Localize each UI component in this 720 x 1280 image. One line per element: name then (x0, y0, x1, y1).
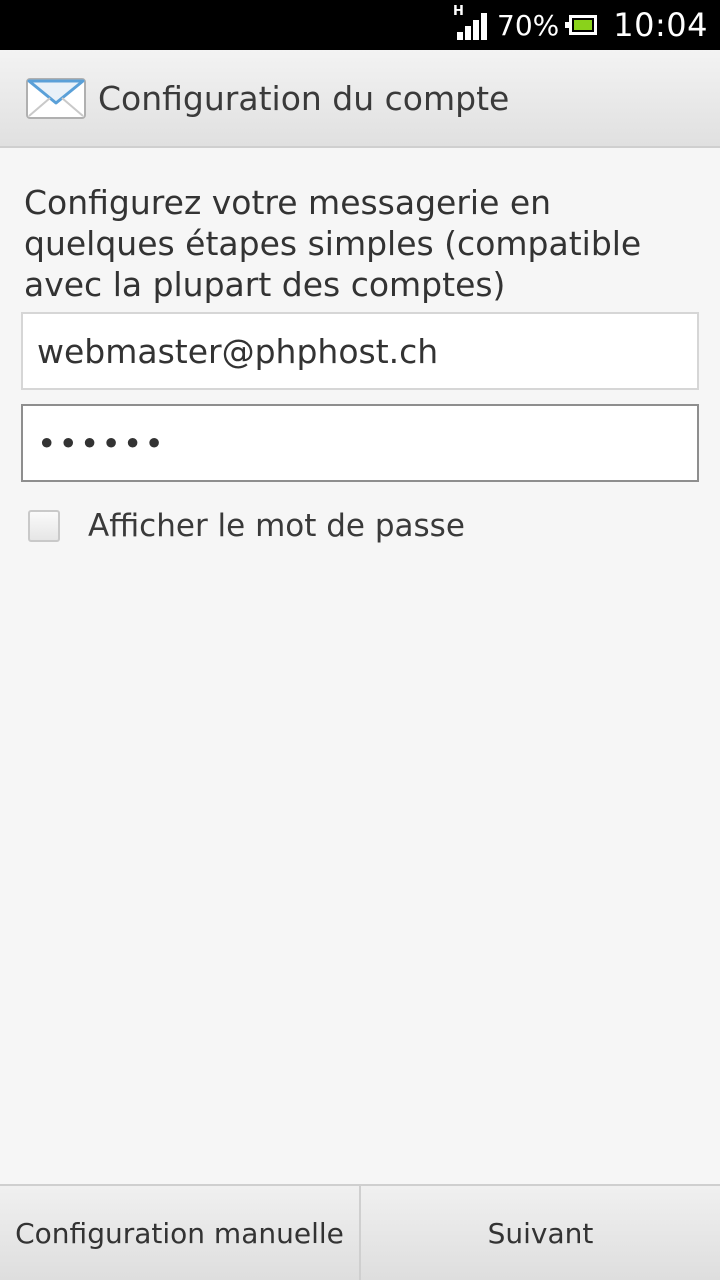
show-password-row[interactable]: Afficher le mot de passe (28, 508, 465, 544)
show-password-checkbox[interactable] (28, 510, 60, 542)
status-bar: H 70% 10:04 (0, 0, 720, 50)
clock: 10:04 (613, 6, 708, 44)
bottom-button-bar: Configuration manuelle Suivant (0, 1184, 720, 1280)
mail-icon (26, 78, 86, 119)
battery-percent: 70% (497, 8, 560, 42)
manual-config-button[interactable]: Configuration manuelle (0, 1186, 359, 1280)
title-bar: Configuration du compte (0, 50, 720, 148)
intro-text: Configurez votre messagerie en quelques … (24, 183, 642, 304)
signal-icon: H (453, 4, 488, 40)
email-input[interactable] (21, 312, 699, 390)
password-input[interactable] (21, 404, 699, 482)
battery-icon (565, 15, 598, 35)
page-title: Configuration du compte (98, 78, 510, 118)
show-password-label: Afficher le mot de passe (88, 508, 465, 544)
next-button[interactable]: Suivant (359, 1186, 720, 1280)
network-type: H (453, 4, 464, 19)
